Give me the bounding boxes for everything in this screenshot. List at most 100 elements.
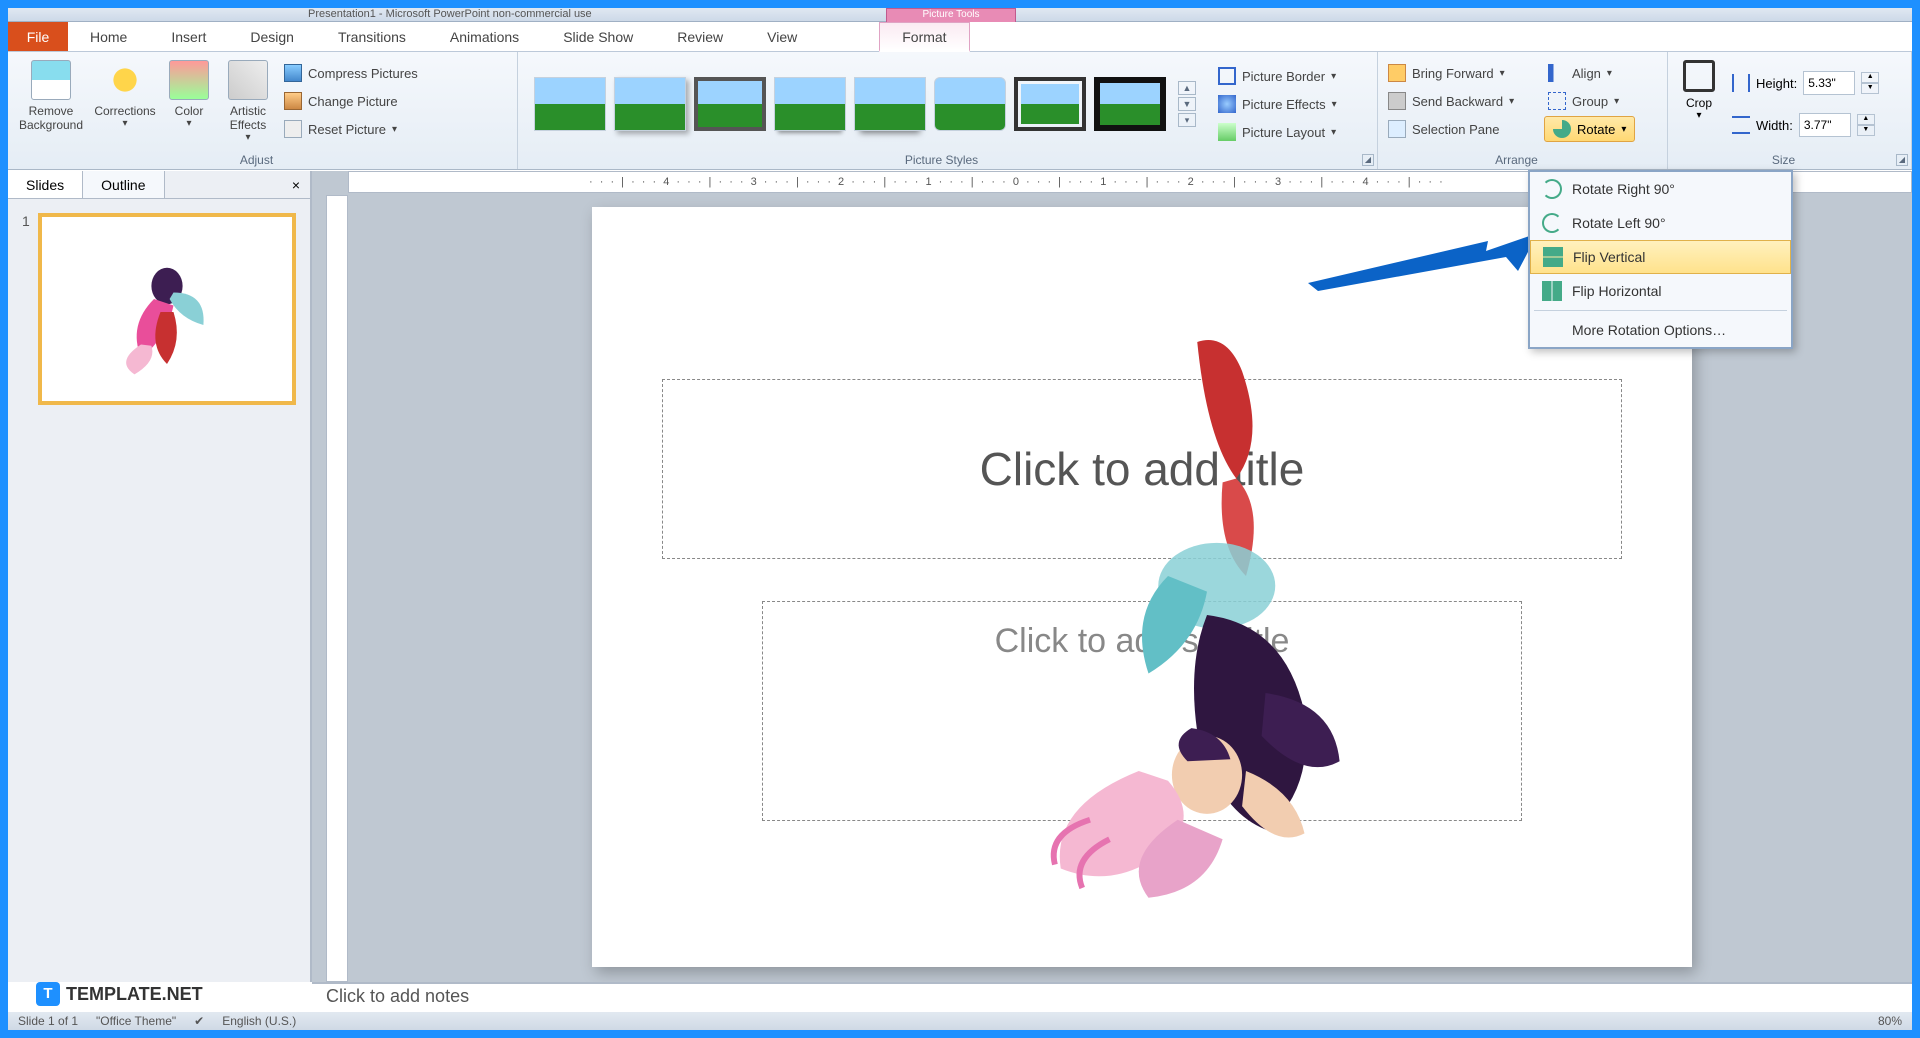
- template-net-logo-icon: T: [36, 982, 60, 1006]
- view-tab[interactable]: View: [745, 22, 819, 51]
- status-bar: Slide 1 of 1 "Office Theme" ✔ English (U…: [8, 1012, 1912, 1030]
- flip-horizontal-item[interactable]: Flip Horizontal: [1530, 274, 1791, 308]
- remove-background-button[interactable]: Remove Background: [14, 56, 88, 152]
- color-button[interactable]: Color▾: [162, 56, 216, 152]
- home-tab[interactable]: Home: [68, 22, 149, 51]
- compress-icon: [284, 64, 302, 82]
- flip-horizontal-icon: [1542, 281, 1562, 301]
- height-input[interactable]: [1803, 71, 1855, 95]
- flip-vertical-icon: [1543, 247, 1563, 267]
- height-spin-up[interactable]: ▲: [1861, 72, 1879, 83]
- picture-styles-gallery: ▲ ▼ ▾: [524, 71, 1206, 137]
- style-thumb-4[interactable]: [774, 77, 846, 131]
- status-slide-counter: Slide 1 of 1: [18, 1014, 78, 1028]
- gallery-more-button[interactable]: ▾: [1178, 113, 1196, 127]
- thumbnail-fairy-image: [102, 237, 232, 387]
- transitions-tab[interactable]: Transitions: [316, 22, 428, 51]
- style-thumb-5[interactable]: [854, 77, 926, 131]
- insert-tab[interactable]: Insert: [149, 22, 228, 51]
- rotate-button[interactable]: Rotate▾: [1544, 116, 1635, 142]
- file-tab[interactable]: File: [8, 22, 68, 51]
- arrange-group-label: Arrange: [1378, 153, 1655, 167]
- outline-tab[interactable]: Outline: [83, 171, 164, 198]
- crop-icon: [1683, 60, 1715, 92]
- reset-picture-button[interactable]: Reset Picture▾: [280, 116, 422, 142]
- review-tab[interactable]: Review: [655, 22, 745, 51]
- style-thumb-8[interactable]: [1094, 77, 1166, 131]
- color-icon: [169, 60, 209, 100]
- flip-vertical-item[interactable]: Flip Vertical: [1530, 240, 1791, 274]
- rotate-left-90-item[interactable]: Rotate Left 90°: [1530, 206, 1791, 240]
- width-spin-down[interactable]: ▼: [1857, 125, 1875, 136]
- crop-button[interactable]: Crop▾: [1674, 56, 1724, 152]
- send-backward-icon: [1388, 92, 1406, 110]
- template-net-watermark: T TEMPLATE.NET: [36, 982, 203, 1006]
- inserted-picture-fairy[interactable]: [1012, 315, 1402, 915]
- title-text: Presentation1 - Microsoft PowerPoint non…: [308, 8, 592, 20]
- slides-panel: Slides Outline × 1: [8, 171, 312, 982]
- ribbon-tabs: File Home Insert Design Transitions Anim…: [8, 22, 1912, 52]
- reset-icon: [284, 120, 302, 138]
- notes-pane[interactable]: Click to add notes: [312, 982, 1912, 1012]
- rotate-right-90-item[interactable]: Rotate Right 90°: [1530, 172, 1791, 206]
- change-picture-icon: [284, 92, 302, 110]
- picture-tools-contextual-tab: Picture Tools: [886, 8, 1016, 22]
- picture-layout-button[interactable]: Picture Layout▾: [1214, 119, 1341, 145]
- rotate-left-icon: [1542, 213, 1562, 233]
- bring-forward-icon: [1388, 64, 1406, 82]
- group-icon: [1548, 92, 1566, 110]
- effects-icon: [1218, 95, 1236, 113]
- style-thumb-6[interactable]: [934, 77, 1006, 131]
- style-thumb-3[interactable]: [694, 77, 766, 131]
- selection-pane-icon: [1388, 120, 1406, 138]
- picture-border-button[interactable]: Picture Border▾: [1214, 63, 1341, 89]
- sun-icon: [105, 60, 145, 100]
- bring-forward-button[interactable]: Bring Forward▾: [1384, 60, 1532, 86]
- height-label: Height:: [1756, 76, 1797, 91]
- status-spellcheck-icon[interactable]: ✔: [194, 1014, 204, 1028]
- selection-pane-button[interactable]: Selection Pane: [1384, 116, 1532, 142]
- style-thumb-2[interactable]: [614, 77, 686, 131]
- status-zoom[interactable]: 80%: [1878, 1014, 1902, 1028]
- animations-tab[interactable]: Animations: [428, 22, 541, 51]
- width-spin-up[interactable]: ▲: [1857, 114, 1875, 125]
- slideshow-tab[interactable]: Slide Show: [541, 22, 655, 51]
- width-input[interactable]: [1799, 113, 1851, 137]
- size-group-label: Size: [1668, 153, 1899, 167]
- corrections-button[interactable]: Corrections▾: [88, 56, 162, 152]
- style-thumb-7[interactable]: [1014, 77, 1086, 131]
- height-spin-down[interactable]: ▼: [1861, 83, 1879, 94]
- format-tab[interactable]: Format: [879, 22, 969, 52]
- annotation-arrow: [1308, 233, 1538, 293]
- gallery-down-button[interactable]: ▼: [1178, 97, 1196, 111]
- title-bar: Presentation1 - Microsoft PowerPoint non…: [8, 8, 1912, 22]
- remove-bg-icon: [31, 60, 71, 100]
- layout-icon: [1218, 123, 1236, 141]
- picture-styles-dialog-launcher[interactable]: ◢: [1362, 154, 1374, 166]
- align-button[interactable]: Align▾: [1544, 60, 1616, 86]
- status-theme: "Office Theme": [96, 1014, 176, 1028]
- group-button[interactable]: Group▾: [1544, 88, 1623, 114]
- compress-pictures-button[interactable]: Compress Pictures: [280, 60, 422, 86]
- artistic-effects-button[interactable]: Artistic Effects▾: [216, 56, 280, 152]
- style-thumb-1[interactable]: [534, 77, 606, 131]
- size-dialog-launcher[interactable]: ◢: [1896, 154, 1908, 166]
- slide-canvas[interactable]: Click to add title Click to add subtitle: [592, 207, 1692, 967]
- menu-separator: [1534, 310, 1787, 311]
- design-tab[interactable]: Design: [228, 22, 316, 51]
- gallery-up-button[interactable]: ▲: [1178, 81, 1196, 95]
- status-language[interactable]: English (U.S.): [222, 1014, 296, 1028]
- picture-effects-button[interactable]: Picture Effects▾: [1214, 91, 1341, 117]
- height-icon: [1732, 74, 1750, 92]
- more-rotation-options-item[interactable]: More Rotation Options…: [1530, 313, 1791, 347]
- slides-tab[interactable]: Slides: [8, 171, 83, 198]
- width-icon: [1732, 116, 1750, 134]
- panel-close-button[interactable]: ×: [282, 171, 310, 198]
- artistic-icon: [228, 60, 268, 100]
- send-backward-button[interactable]: Send Backward▾: [1384, 88, 1532, 114]
- rotate-icon: [1553, 120, 1571, 138]
- rotate-dropdown-menu: Rotate Right 90° Rotate Left 90° Flip Ve…: [1528, 170, 1793, 349]
- slide-number-label: 1: [22, 213, 30, 405]
- change-picture-button[interactable]: Change Picture: [280, 88, 422, 114]
- slide-1-thumbnail[interactable]: [38, 213, 296, 405]
